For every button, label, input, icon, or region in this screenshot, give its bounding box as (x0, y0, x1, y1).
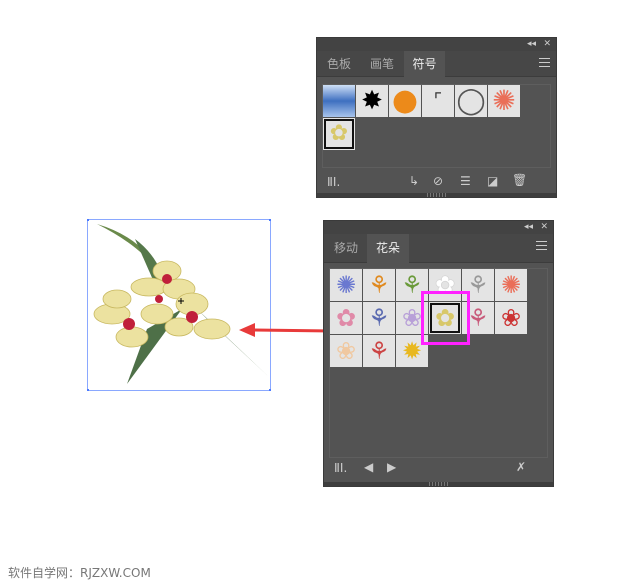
tab-bar: 移动 花朵 (324, 234, 553, 264)
symbol-options-icon[interactable]: ☰ (460, 175, 471, 187)
resize-grip[interactable] (317, 193, 556, 197)
symbol-aster[interactable]: ✺ (330, 269, 362, 301)
panel-menu-icon[interactable] (536, 241, 547, 250)
next-library-icon[interactable]: ▶ (387, 461, 396, 473)
symbol-gerbera[interactable]: ✺ (495, 269, 527, 301)
symbol-ink-splat[interactable]: ✸ (356, 85, 388, 117)
symbol-rose[interactable]: ❀ (495, 302, 527, 334)
tab-symbols[interactable]: 符号 (404, 51, 445, 78)
close-icon[interactable]: ✕ (543, 38, 551, 51)
break-link-icon[interactable]: ⊘ (433, 175, 443, 187)
panel-titlebar[interactable]: ◂◂ ✕ (317, 38, 556, 51)
symbol-orchid[interactable]: ✿ (323, 118, 355, 150)
symbol-peach-rose[interactable]: ❀ (330, 335, 362, 367)
symbol-orange-button[interactable]: ● (389, 85, 421, 117)
symbol-gerbera[interactable]: ✺ (488, 85, 520, 117)
symbol-libraries-icon[interactable]: ⅡⅠ. (334, 462, 347, 474)
symbol-corner-marks[interactable]: ⌜ (422, 85, 454, 117)
resize-grip[interactable] (324, 482, 553, 486)
new-symbol-icon[interactable]: ◪ (487, 175, 498, 187)
collapse-icon[interactable]: ◂◂ (527, 38, 536, 51)
tab-brushes[interactable]: 画笔 (361, 51, 403, 77)
symbols-grid: ✸ ● ⌜ ◯ ✺ ✿ (322, 84, 551, 168)
delete-icon[interactable]: 🗑 (512, 174, 527, 186)
symbol-hibiscus[interactable]: ✿ (330, 302, 362, 334)
symbol-ring[interactable]: ◯ (455, 85, 487, 117)
symbols-panel: ◂◂ ✕ 色板 画笔 符号 ✸ ● ⌜ ◯ ✺ ✿ ⅡⅠ. ↳ ⊘ ☰ ◪ 🗑 (316, 37, 557, 198)
tab-bar: 色板 画笔 符号 (317, 51, 556, 78)
tab-swatches[interactable]: 色板 (319, 51, 359, 77)
panel-titlebar[interactable]: ◂◂ ✕ (324, 221, 553, 234)
previous-library-icon[interactable]: ◀ (364, 461, 373, 473)
tab-flowers[interactable]: 花朵 (367, 234, 409, 264)
symbol-iris[interactable]: ⚘ (363, 302, 395, 334)
symbol-blue-banner[interactable] (323, 85, 355, 117)
symbol-rosebud[interactable]: ⚘ (363, 335, 395, 367)
symbol-libraries-icon[interactable]: ⅡⅠ. (327, 176, 340, 188)
close-icon[interactable]: ✕ (540, 221, 548, 234)
red-arrow (239, 323, 333, 337)
panel-menu-icon[interactable] (539, 58, 550, 67)
collapse-icon[interactable]: ◂◂ (524, 221, 533, 234)
flowers-panel: ◂◂ ✕ 移动 花朵 ✺ ⚘ ⚘ ✿ ⚘ ✺ ✿ ⚘ ❀ ✿ ⚘ ❀ ❀ ⚘ ✹ ⅡⅠ. ◀ ▶ ✗ (323, 220, 554, 487)
orchid-graphic (85, 217, 273, 393)
add-to-symbols-icon[interactable]: ✗ (516, 461, 526, 473)
tab-move[interactable]: 移动 (326, 234, 366, 263)
watermark-text: 软件自学网：RJZXW.COM (8, 566, 151, 580)
orchid-artwork[interactable] (85, 217, 273, 393)
symbol-bird-of-paradise[interactable]: ⚘ (363, 269, 395, 301)
selection-highlight (421, 291, 470, 345)
place-symbol-icon[interactable]: ↳ (409, 175, 419, 187)
